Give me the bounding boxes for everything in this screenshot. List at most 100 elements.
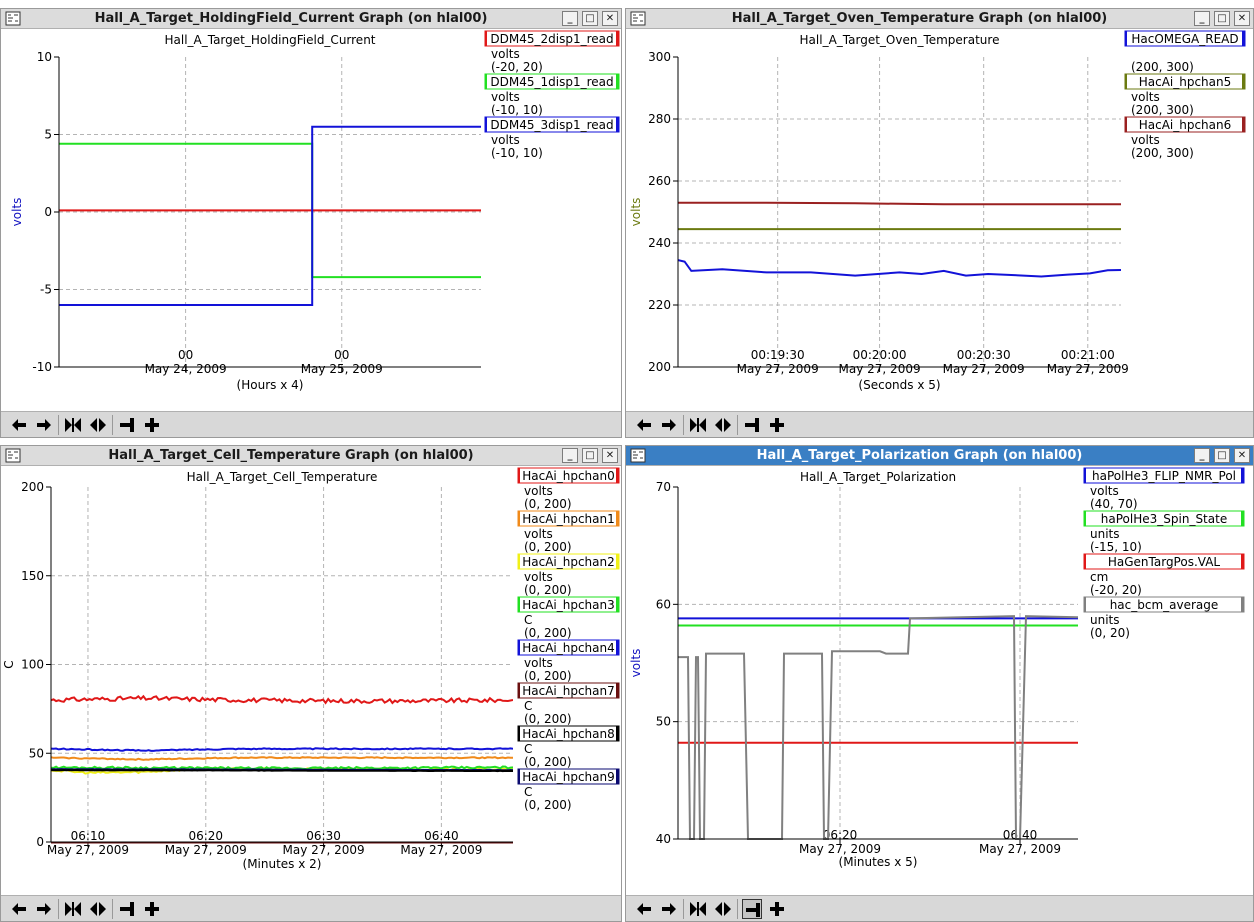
scroll-right-icon[interactable] [659, 899, 679, 919]
maximize-button[interactable]: □ [1214, 448, 1230, 463]
legend-entry[interactable]: DDM45_3disp1_read [484, 116, 620, 133]
series-line [51, 694, 513, 705]
zoom-in-x-icon[interactable] [688, 899, 708, 919]
x-tick-label: 06:40 [424, 829, 459, 843]
scroll-right-icon[interactable] [34, 899, 54, 919]
legend-color-swatch [485, 117, 487, 132]
minimize-button[interactable]: _ [1194, 11, 1210, 26]
y-tick-label: 100 [21, 658, 44, 672]
legend-label: DDM45_1disp1_read [490, 75, 613, 89]
y-tick-label: 280 [648, 112, 671, 126]
maximize-button[interactable]: □ [582, 448, 598, 463]
legend-entry[interactable]: HacAi_hpchan0 [517, 467, 620, 484]
zoom-in-x-icon[interactable] [63, 415, 83, 435]
toolbar-separator [683, 415, 684, 435]
scroll-left-icon[interactable] [9, 415, 29, 435]
add-pv-icon[interactable] [142, 415, 162, 435]
y-tick-label: 150 [21, 569, 44, 583]
x-tick-date: May 25, 2009 [301, 362, 383, 376]
x-tick-label: 00 [334, 348, 349, 362]
add-pv-icon[interactable] [142, 899, 162, 919]
legend-entry[interactable]: HacAi_hpchan8 [517, 725, 620, 742]
close-button[interactable]: ✕ [602, 448, 618, 463]
minimize-button[interactable]: _ [562, 448, 578, 463]
legend-label: DDM45_3disp1_read [490, 118, 613, 132]
scroll-left-icon[interactable] [634, 899, 654, 919]
scroll-left-icon[interactable] [634, 415, 654, 435]
legend-unit: C [524, 699, 532, 713]
scroll-right-icon[interactable] [34, 415, 54, 435]
y-tick-label: 40 [656, 832, 671, 846]
minimize-button[interactable]: _ [562, 11, 578, 26]
y-tick-label: 10 [37, 50, 52, 64]
legend-label: HacOMEGA_READ [1131, 32, 1238, 46]
titlebar[interactable]: Hall_A_Target_Oven_Temperature Graph (on… [626, 9, 1253, 29]
maximize-button[interactable]: □ [1214, 11, 1230, 26]
legend-entry[interactable]: haPolHe3_Spin_State [1083, 510, 1245, 527]
chart-title: Hall_A_Target_Cell_Temperature [187, 470, 378, 484]
series-line [51, 747, 513, 752]
window-menu-icon[interactable] [5, 11, 21, 26]
maximize-button[interactable]: □ [582, 11, 598, 26]
legend-entry[interactable]: HacAi_hpchan2 [517, 553, 620, 570]
y-tick-label: 50 [656, 715, 671, 729]
scroll-left-icon[interactable] [9, 899, 29, 919]
legend-entry[interactable]: HacAi_hpchan7 [517, 682, 620, 699]
titlebar[interactable]: Hall_A_Target_HoldingField_Current Graph… [1, 9, 621, 29]
legend-color-swatch [518, 683, 520, 698]
legend-unit: volts [524, 656, 553, 670]
close-button[interactable]: ✕ [602, 11, 618, 26]
zoom-in-x-icon[interactable] [63, 899, 83, 919]
legend-entry[interactable]: HacAi_hpchan9 [517, 768, 620, 785]
chart-title: Hall_A_Target_Oven_Temperature [800, 33, 1000, 47]
legend-entry[interactable]: HacAi_hpchan3 [517, 596, 620, 613]
add-pv-icon[interactable] [767, 899, 787, 919]
legend-range: (0, 200) [524, 540, 572, 554]
legend-color-swatch [518, 511, 520, 526]
legend-entry[interactable]: HacAi_hpchan6 [1124, 116, 1246, 133]
window-menu-icon[interactable] [630, 448, 646, 463]
zoom-out-x-icon[interactable] [88, 415, 108, 435]
close-button[interactable]: ✕ [1234, 448, 1250, 463]
zoom-out-x-icon[interactable] [713, 899, 733, 919]
legend-entry[interactable]: DDM45_2disp1_read [484, 30, 620, 47]
legend-color-swatch [616, 554, 619, 569]
legend-color-swatch [616, 31, 619, 46]
x-tick-label: 00:20:00 [853, 348, 907, 362]
x-axis-label: (Minutes x 5) [839, 855, 918, 869]
legend-entry[interactable]: HacAi_hpchan1 [517, 510, 620, 527]
window-title: Hall_A_Target_Cell_Temperature Graph (on… [108, 448, 474, 463]
legend-unit: volts [491, 133, 520, 147]
legend-entry[interactable]: haPolHe3_FLIP_NMR_Pol [1083, 467, 1245, 484]
close-button[interactable]: ✕ [1234, 11, 1250, 26]
legend-color-swatch [1241, 511, 1244, 526]
titlebar[interactable]: Hall_A_Target_Cell_Temperature Graph (on… [1, 446, 621, 466]
x-axis-label: (Seconds x 5) [858, 378, 940, 392]
legend-entry[interactable]: HacAi_hpchan4 [517, 639, 620, 656]
zoom-in-x-icon[interactable] [688, 415, 708, 435]
window-menu-icon[interactable] [5, 448, 21, 463]
minimize-button[interactable]: _ [1194, 448, 1210, 463]
legend-entry[interactable]: HaGenTargPos.VAL [1083, 553, 1245, 570]
legend-label: HacAi_hpchan6 [1139, 118, 1232, 132]
zoom-y-icon[interactable] [117, 415, 137, 435]
zoom-y-icon[interactable] [117, 899, 137, 919]
scroll-right-icon[interactable] [659, 415, 679, 435]
legend-entry[interactable]: hac_bcm_average [1083, 596, 1245, 613]
legend-entry[interactable]: HacAi_hpchan5 [1124, 73, 1246, 90]
zoom-y-icon[interactable] [742, 415, 762, 435]
series-line [678, 615, 1078, 840]
window-menu-icon[interactable] [630, 11, 646, 26]
legend-color-swatch [616, 683, 619, 698]
legend-unit: volts [524, 484, 553, 498]
legend-entry[interactable]: HacOMEGA_READ [1124, 30, 1246, 47]
titlebar[interactable]: Hall_A_Target_Polarization Graph (on hla… [626, 446, 1253, 466]
zoom-y-icon[interactable] [742, 899, 762, 919]
legend-color-swatch [518, 640, 520, 655]
zoom-out-x-icon[interactable] [88, 899, 108, 919]
zoom-out-x-icon[interactable] [713, 415, 733, 435]
legend-entry[interactable]: DDM45_1disp1_read [484, 73, 620, 90]
legend-label: HacAi_hpchan1 [522, 512, 615, 526]
x-tick-label: 00:20:30 [957, 348, 1011, 362]
add-pv-icon[interactable] [767, 415, 787, 435]
